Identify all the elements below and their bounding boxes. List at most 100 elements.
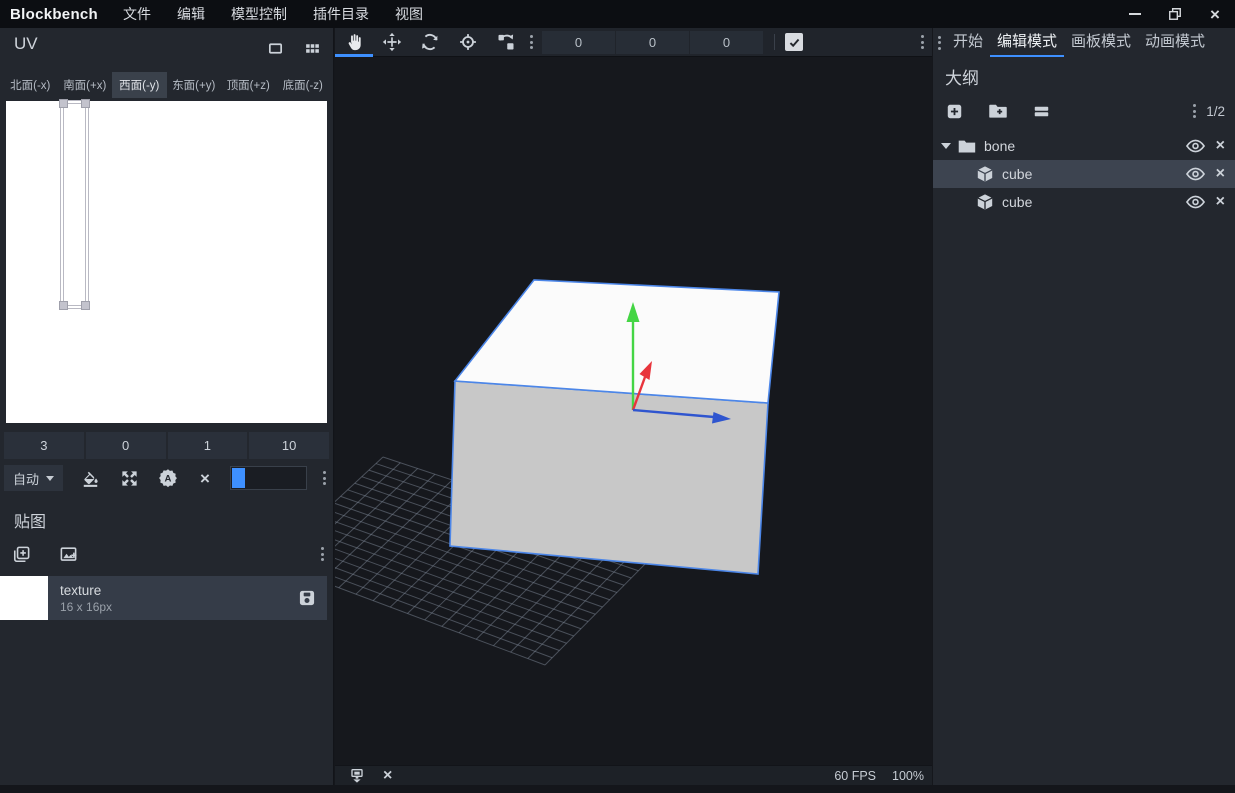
toggle-checkbox[interactable] [785, 33, 803, 51]
maximize-uv-button[interactable] [117, 465, 141, 491]
uv-rotation-slider[interactable] [230, 466, 307, 490]
close-button[interactable]: × [1195, 0, 1235, 28]
face-tab-bottom[interactable]: 底面(-z) [276, 72, 331, 98]
menu-plugin-directory[interactable]: 插件目录 [300, 0, 382, 28]
outliner-bars-button[interactable] [1032, 102, 1051, 121]
app-logo: Blockbench [0, 6, 110, 23]
minimize-button[interactable] [1115, 0, 1155, 28]
create-texture-button[interactable] [12, 545, 31, 564]
add-cube-button[interactable] [945, 102, 964, 121]
uv-handle-top-right[interactable] [81, 99, 90, 108]
menu-file[interactable]: 文件 [110, 0, 164, 28]
auto-uv-badge-icon: A [158, 468, 178, 488]
delete-icon[interactable]: × [1216, 138, 1225, 154]
screenshot-icon [349, 768, 365, 784]
save-texture-button[interactable] [297, 588, 317, 608]
caret-down-icon[interactable] [941, 143, 951, 149]
uv-grid-icon[interactable] [304, 40, 321, 57]
uv-handle-bottom-right[interactable] [81, 301, 90, 310]
outliner-more-menu[interactable] [1190, 101, 1199, 121]
pivot-tool-button[interactable] [449, 28, 487, 57]
panel-drag-handle[interactable] [935, 33, 944, 53]
menu-edit[interactable]: 编辑 [164, 0, 218, 28]
import-texture-button[interactable] [59, 545, 78, 564]
menu-view[interactable]: 视图 [382, 0, 436, 28]
toolbar-more-menu[interactable] [527, 32, 536, 52]
restore-button[interactable] [1155, 0, 1195, 28]
clear-uv-button[interactable]: × [193, 465, 217, 491]
cube-name[interactable]: cube [1002, 166, 1032, 182]
tab-animate-mode[interactable]: 动画模式 [1138, 28, 1212, 57]
textures-more-menu[interactable] [318, 544, 327, 564]
cube-top-face[interactable] [455, 280, 779, 403]
tab-start[interactable]: 开始 [946, 28, 990, 57]
uv-panel-title: UV [14, 34, 38, 54]
texture-name: texture [60, 583, 297, 598]
face-tab-west[interactable]: 西面(-y) [112, 72, 167, 98]
face-tab-south[interactable]: 南面(+x) [58, 72, 113, 98]
close-icon: × [1210, 6, 1220, 23]
delete-icon[interactable]: × [1216, 166, 1225, 182]
cube-mesh[interactable] [450, 280, 779, 574]
cube-name[interactable]: cube [1002, 194, 1032, 210]
tree-row-cube-2[interactable]: cube × [933, 188, 1235, 216]
texture-thumbnail[interactable] [0, 576, 48, 620]
uv-more-menu[interactable] [320, 468, 329, 488]
outliner-panel: 开始 编辑模式 画板模式 动画模式 大纲 1/2 bone × [933, 28, 1235, 785]
add-folder-icon [988, 101, 1008, 121]
position-input-z[interactable]: 0 [690, 31, 763, 54]
import-image-icon [59, 545, 78, 564]
visibility-eye-icon[interactable] [1186, 139, 1205, 153]
visibility-eye-icon[interactable] [1186, 195, 1205, 209]
fps-indicator: 60 FPS [834, 769, 876, 783]
hand-tool-button[interactable] [335, 28, 373, 57]
fill-bucket-button[interactable] [78, 465, 102, 491]
face-tab-top[interactable]: 顶面(+z) [221, 72, 276, 98]
window-bottom-edge [0, 785, 1235, 793]
uv-input-y[interactable]: 0 [86, 432, 166, 459]
uv-selection-box[interactable] [63, 103, 86, 306]
group-name[interactable]: bone [984, 138, 1015, 154]
expand-arrows-icon [120, 469, 139, 488]
viewport-toolbar: 0 0 0 [335, 28, 932, 57]
page-indicator: 1/2 [1206, 104, 1225, 119]
menu-model-control[interactable]: 模型控制 [218, 0, 300, 28]
texture-list-item[interactable]: texture 16 x 16px [0, 576, 327, 620]
rotate-squares-icon [496, 32, 516, 52]
uv-input-x[interactable]: 3 [4, 432, 84, 459]
uv-handle-bottom-left[interactable] [59, 301, 68, 310]
tree-row-cube-1[interactable]: cube × [933, 160, 1235, 188]
outliner-title: 大纲 [933, 64, 1235, 94]
scene-3d[interactable] [335, 57, 932, 765]
rotate-icon [420, 32, 440, 52]
bars-icon [1032, 102, 1051, 121]
move-tool-button[interactable] [373, 28, 411, 57]
rotate-display-tool-button[interactable] [487, 28, 525, 57]
tree-row-bone[interactable]: bone × [933, 132, 1235, 160]
face-tab-east[interactable]: 东面(+y) [167, 72, 222, 98]
uv-face-tabs: 北面(-x) 南面(+x) 西面(-y) 东面(+y) 顶面(+z) 底面(-z… [3, 72, 330, 98]
delete-icon[interactable]: × [1216, 194, 1225, 210]
position-input-x[interactable]: 0 [542, 31, 615, 54]
rotate-tool-button[interactable] [411, 28, 449, 57]
uv-handle-top-left[interactable] [59, 99, 68, 108]
face-tab-north[interactable]: 北面(-x) [3, 72, 58, 98]
visibility-eye-icon[interactable] [1186, 167, 1205, 181]
minimize-icon [1129, 13, 1141, 15]
uv-window-icon[interactable] [267, 40, 284, 57]
auto-uv-button[interactable]: A [156, 465, 180, 491]
uv-input-width[interactable]: 1 [168, 432, 248, 459]
position-input-y[interactable]: 0 [616, 31, 689, 54]
cube-front-face[interactable] [450, 381, 768, 574]
uv-mode-dropdown[interactable]: 自动 [4, 465, 63, 491]
close-preview-button[interactable]: × [383, 768, 392, 784]
tab-edit-mode[interactable]: 编辑模式 [990, 28, 1064, 57]
uv-canvas[interactable] [6, 101, 327, 423]
add-texture-icon [12, 545, 31, 564]
uv-input-height[interactable]: 10 [249, 432, 329, 459]
toolbar-right-more-menu[interactable] [918, 32, 927, 52]
screenshot-button[interactable] [349, 768, 365, 784]
tab-paint-mode[interactable]: 画板模式 [1064, 28, 1138, 57]
add-group-button[interactable] [988, 101, 1008, 121]
slider-handle[interactable] [232, 468, 245, 488]
